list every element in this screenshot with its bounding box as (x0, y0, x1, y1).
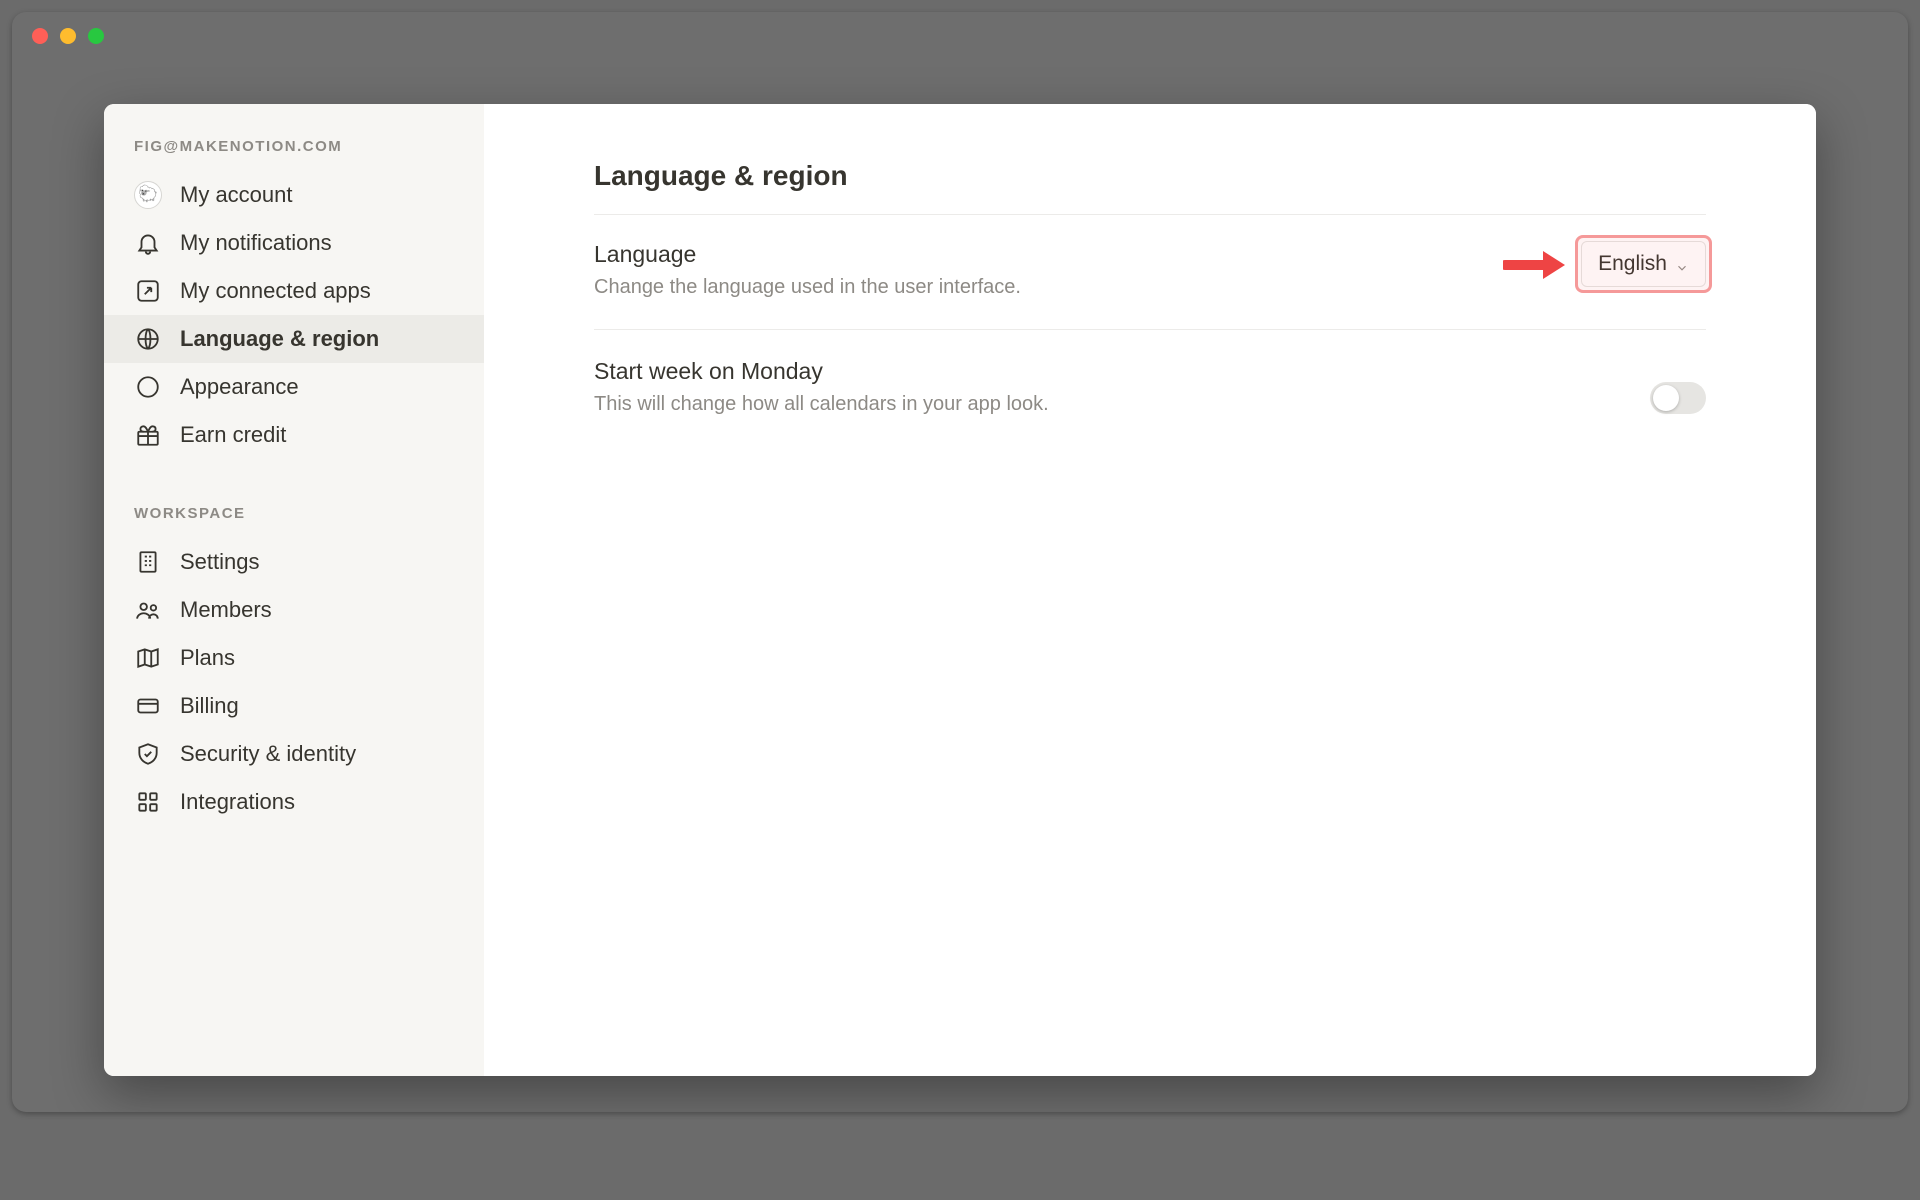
people-icon (134, 596, 162, 624)
titlebar (12, 12, 1908, 60)
sidebar-item-label: Billing (180, 693, 239, 719)
window-minimize-button[interactable] (60, 28, 76, 44)
sidebar: FIG@MAKENOTION.COM 🐑 My account My notif… (104, 104, 484, 1076)
app-window: FIG@MAKENOTION.COM 🐑 My account My notif… (12, 12, 1908, 1112)
language-subtitle: Change the language used in the user int… (594, 276, 1541, 299)
globe-icon (134, 325, 162, 353)
sidebar-item-label: Language & region (180, 326, 379, 352)
grid-icon (134, 788, 162, 816)
bell-icon (134, 229, 162, 257)
sidebar-item-billing[interactable]: Billing (104, 682, 484, 730)
sidebar-item-label: Settings (180, 549, 260, 575)
building-icon (134, 548, 162, 576)
sidebar-item-integrations[interactable]: Integrations (104, 778, 484, 826)
sidebar-item-label: Security & identity (180, 741, 356, 767)
sidebar-item-label: Appearance (180, 374, 299, 400)
sidebar-item-label: My account (180, 182, 293, 208)
window-close-button[interactable] (32, 28, 48, 44)
gift-icon (134, 421, 162, 449)
sidebar-item-settings[interactable]: Settings (104, 538, 484, 586)
week-title: Start week on Monday (594, 358, 1610, 385)
map-icon (134, 644, 162, 672)
week-toggle[interactable] (1650, 382, 1706, 414)
sidebar-item-label: Integrations (180, 789, 295, 815)
sidebar-item-security[interactable]: Security & identity (104, 730, 484, 778)
sidebar-item-my-notifications[interactable]: My notifications (104, 219, 484, 267)
week-row: Start week on Monday This will change ho… (594, 358, 1706, 446)
sidebar-item-label: Plans (180, 645, 235, 671)
chevron-down-icon (1675, 257, 1689, 271)
language-selected: English (1598, 252, 1667, 276)
sidebar-item-label: My connected apps (180, 278, 371, 304)
sidebar-workspace-label: WORKSPACE (104, 499, 484, 538)
language-dropdown[interactable]: English (1581, 241, 1706, 287)
credit-card-icon (134, 692, 162, 720)
sidebar-item-label: Members (180, 597, 272, 623)
main-content: Language & region Language Change the la… (484, 104, 1816, 1076)
toggle-knob (1653, 385, 1679, 411)
moon-icon (134, 373, 162, 401)
sidebar-item-members[interactable]: Members (104, 586, 484, 634)
week-subtitle: This will change how all calendars in yo… (594, 393, 1610, 416)
sidebar-item-earn-credit[interactable]: Earn credit (104, 411, 484, 459)
external-link-icon (134, 277, 162, 305)
page-title: Language & region (594, 160, 1706, 215)
window-zoom-button[interactable] (88, 28, 104, 44)
language-title: Language (594, 241, 1541, 268)
sidebar-item-language-region[interactable]: Language & region (104, 315, 484, 363)
sidebar-item-connected-apps[interactable]: My connected apps (104, 267, 484, 315)
language-row: Language Change the language used in the… (594, 241, 1706, 330)
sidebar-item-label: Earn credit (180, 422, 286, 448)
sidebar-item-appearance[interactable]: Appearance (104, 363, 484, 411)
avatar-icon: 🐑 (134, 181, 162, 209)
sidebar-item-my-account[interactable]: 🐑 My account (104, 171, 484, 219)
sidebar-item-plans[interactable]: Plans (104, 634, 484, 682)
sidebar-item-label: My notifications (180, 230, 332, 256)
shield-icon (134, 740, 162, 768)
settings-panel: FIG@MAKENOTION.COM 🐑 My account My notif… (104, 104, 1816, 1076)
sidebar-account-email: FIG@MAKENOTION.COM (104, 132, 484, 171)
